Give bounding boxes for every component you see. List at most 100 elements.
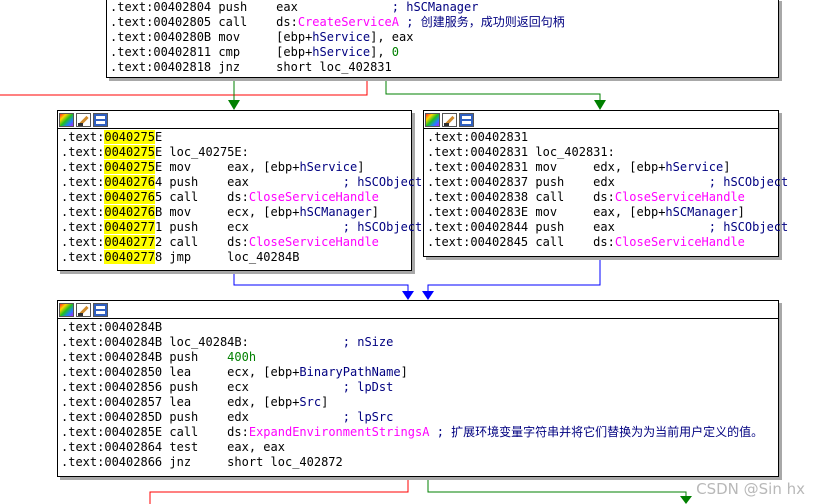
asm-line[interactable]: .text:00402856 push ecx ; lpDst bbox=[61, 380, 778, 395]
color-palette-icon[interactable] bbox=[425, 112, 440, 127]
asm-line[interactable]: .text:00402804 push eax ; hSCManager bbox=[110, 0, 778, 15]
asm-line[interactable]: .text:00402811 cmp [ebp+hService], 0 bbox=[110, 45, 778, 60]
asm-line[interactable]: .text:00402831 loc_402831: bbox=[427, 145, 778, 160]
asm-line[interactable]: .text:00402866 jnz short loc_402872 bbox=[61, 455, 778, 470]
asm-token: .text:00402831 loc_402831: bbox=[427, 145, 615, 159]
asm-line[interactable]: .text:00402850 lea ecx, [ebp+BinaryPathN… bbox=[61, 365, 778, 380]
edit-pencil-icon[interactable] bbox=[442, 112, 457, 127]
asm-token: CreateServiceA bbox=[297, 15, 399, 29]
asm-token: ; lpSrc bbox=[342, 410, 394, 424]
asm-token: CloseServiceHandle bbox=[614, 190, 745, 204]
asm-token: hService bbox=[312, 30, 371, 44]
asm-token: ; bbox=[429, 425, 452, 439]
asm-token: 8 jmp loc_40284B bbox=[154, 250, 300, 264]
edit-pencil-icon[interactable] bbox=[76, 112, 91, 127]
code-block-loc-40284b[interactable]: .text:0040284B .text:0040284B loc_40284B:… bbox=[57, 300, 779, 477]
asm-token: ], eax bbox=[370, 30, 414, 44]
asm-token: 创建服务，成功则返回句柄 bbox=[420, 15, 565, 29]
asm-token: 400h bbox=[227, 350, 257, 364]
asm-token: ; nSize bbox=[342, 335, 394, 349]
asm-token: hService bbox=[312, 45, 371, 59]
asm-token: ] bbox=[723, 160, 731, 174]
asm-token: .text:00402845 call ds: bbox=[427, 235, 615, 249]
edge-false-bottom bbox=[149, 477, 409, 504]
asm-line[interactable]: .text:0040275E loc_40275E: bbox=[61, 145, 411, 160]
block-toolbar bbox=[58, 111, 411, 129]
asm-line[interactable]: .text:0040285E call ds:ExpandEnvironment… bbox=[61, 425, 778, 440]
asm-token: hService bbox=[299, 160, 358, 174]
graph-overview-icon[interactable] bbox=[93, 112, 108, 127]
asm-line[interactable]: .text:0040283E mov eax, [ebp+hSCManager] bbox=[427, 205, 778, 220]
edit-pencil-icon[interactable] bbox=[76, 302, 91, 317]
asm-token: ] bbox=[400, 365, 408, 379]
asm-line[interactable]: .text:00402771 push ecx ; hSCObject bbox=[61, 220, 422, 235]
asm-token: 0 bbox=[391, 45, 400, 59]
asm-token: BinaryPathName bbox=[299, 365, 401, 379]
asm-line[interactable]: .text:00402857 lea edx, [ebp+Src] bbox=[61, 395, 778, 410]
asm-line[interactable]: .text:00402837 push edx ; hSCObject bbox=[427, 175, 788, 190]
asm-line[interactable]: .text:0040280B mov [ebp+hService], eax bbox=[110, 30, 778, 45]
asm-line[interactable]: .text:00402772 call ds:CloseServiceHandl… bbox=[61, 235, 411, 250]
asm-line[interactable]: .text:00402831 bbox=[427, 130, 778, 145]
asm-token: .text: bbox=[61, 250, 105, 264]
asm-line[interactable]: .text:0040284B push 400h bbox=[61, 350, 778, 365]
asm-token: CloseServiceHandle bbox=[614, 235, 745, 249]
asm-token: .text: bbox=[61, 175, 105, 189]
asm-token: ] bbox=[737, 205, 745, 219]
block-toolbar bbox=[424, 111, 778, 129]
asm-line[interactable]: .text:00402845 call ds:CloseServiceHandl… bbox=[427, 235, 778, 250]
color-palette-icon[interactable] bbox=[59, 302, 74, 317]
asm-line[interactable]: .text:00402844 push eax ; hSCObject bbox=[427, 220, 788, 235]
color-palette-icon[interactable] bbox=[59, 112, 74, 127]
graph-overview-icon[interactable] bbox=[459, 112, 474, 127]
asm-token: E bbox=[154, 130, 163, 144]
arrow-right-to-bottom bbox=[422, 291, 434, 300]
asm-token: ; lpDst bbox=[342, 380, 394, 394]
asm-token: 5 call ds: bbox=[154, 190, 249, 204]
asm-line[interactable]: .text:0040285D push edx ; lpSrc bbox=[61, 410, 778, 425]
asm-token: .text:00402818 jnz short loc_402831 bbox=[110, 60, 392, 74]
asm-token: .text:0040285E call ds: bbox=[61, 425, 249, 439]
asm-line[interactable]: .text:00402805 call ds:CreateServiceA ; … bbox=[110, 15, 778, 30]
asm-line[interactable]: .text:0040284B loc_40284B: ; nSize bbox=[61, 335, 778, 350]
arrow-true-bottom bbox=[680, 496, 692, 504]
asm-line[interactable]: .text:0040275E mov eax, [ebp+hService] bbox=[61, 160, 411, 175]
asm-token: .text:0040283E mov eax, [ebp+ bbox=[427, 205, 666, 219]
asm-token: 2 call ds: bbox=[154, 235, 249, 249]
asm-token: .text:00402864 test eax, eax bbox=[61, 440, 285, 454]
asm-token: .text: bbox=[61, 160, 105, 174]
asm-token: 0040276 bbox=[104, 190, 155, 204]
asm-line[interactable]: .text:00402765 call ds:CloseServiceHandl… bbox=[61, 190, 411, 205]
asm-line[interactable]: .text:00402778 jmp loc_40284B bbox=[61, 250, 411, 265]
asm-token: ; bbox=[399, 15, 421, 29]
asm-line[interactable]: .text:00402764 push eax ; hSCObject bbox=[61, 175, 422, 190]
asm-token: CloseServiceHandle bbox=[248, 235, 379, 249]
asm-line[interactable]: .text:00402838 call ds:CloseServiceHandl… bbox=[427, 190, 778, 205]
asm-line[interactable]: .text:00402818 jnz short loc_402831 bbox=[110, 60, 778, 75]
code-block-top[interactable]: .text:00402804 push eax ; hSCManager .tex… bbox=[106, 0, 779, 78]
asm-token: .text: bbox=[61, 130, 105, 144]
asm-line[interactable]: .text:0040275E bbox=[61, 130, 411, 145]
asm-token: .text:00402811 cmp [ebp+ bbox=[110, 45, 313, 59]
code-block-loc-40275e[interactable]: .text:0040275E .text:0040275E loc_40275E:… bbox=[57, 110, 422, 271]
asm-token: ], bbox=[370, 45, 392, 59]
asm-token: .text:0040284B bbox=[61, 320, 163, 334]
graph-overview-icon[interactable] bbox=[93, 302, 108, 317]
asm-token: 0040277 bbox=[104, 235, 155, 249]
code-block-loc-402831[interactable]: .text:00402831 .text:00402831 loc_402831:… bbox=[423, 110, 788, 257]
asm-token: Src bbox=[299, 395, 322, 409]
asm-token: E mov eax, [ebp+ bbox=[154, 160, 300, 174]
asm-line[interactable]: .text:00402864 test eax, eax bbox=[61, 440, 778, 455]
asm-token: .text:00402838 call ds: bbox=[427, 190, 615, 204]
asm-token: hSCManager bbox=[665, 205, 738, 219]
asm-line[interactable]: .text:0040284B bbox=[61, 320, 778, 335]
arrow-to-left-block bbox=[228, 100, 240, 110]
asm-line[interactable]: .text:0040276B mov ecx, [ebp+hSCManager] bbox=[61, 205, 411, 220]
asm-token: .text:0040284B push bbox=[61, 350, 228, 364]
asm-line[interactable]: .text:00402831 mov edx, [ebp+hService] bbox=[427, 160, 778, 175]
block-lines: .text:0040275E .text:0040275E loc_40275E:… bbox=[58, 129, 422, 265]
asm-token: .text:00402866 jnz short loc_402872 bbox=[61, 455, 343, 469]
asm-token: .text:00402831 mov edx, [ebp+ bbox=[427, 160, 666, 174]
asm-token: ] bbox=[371, 205, 379, 219]
asm-token: .text:00402804 push eax bbox=[110, 0, 392, 14]
